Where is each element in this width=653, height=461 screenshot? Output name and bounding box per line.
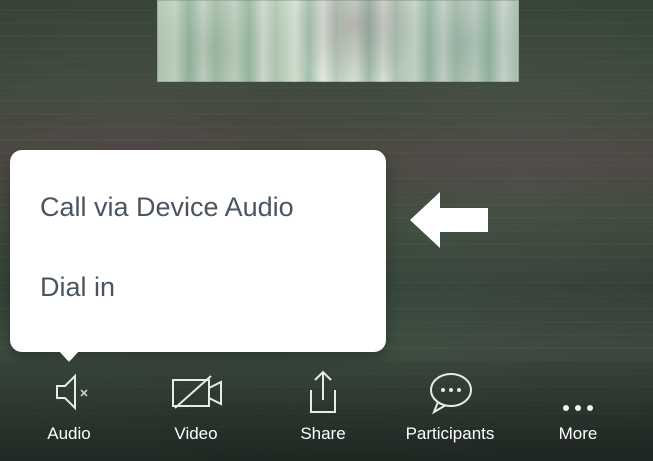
audio-options-menu: Call via Device Audio Dial in <box>10 150 386 362</box>
video-off-icon <box>172 375 222 409</box>
pointer-arrow-icon <box>410 192 488 248</box>
share-icon <box>310 370 336 413</box>
dial-in-option[interactable]: Dial in <box>40 272 115 303</box>
chat-bubble-icon <box>430 373 472 415</box>
audio-button[interactable]: Audio <box>14 368 124 444</box>
share-button[interactable]: Share <box>268 368 378 444</box>
more-dots-icon <box>563 405 593 411</box>
meeting-toolbar: Audio Video Share Participants More <box>0 360 653 461</box>
more-label: More <box>558 424 598 443</box>
share-label: Share <box>300 424 346 443</box>
video-label: Video <box>174 424 218 443</box>
audio-label: Audio <box>47 424 91 443</box>
speaker-icon <box>56 373 88 411</box>
video-button[interactable]: Video <box>141 368 251 444</box>
call-via-device-audio-option[interactable]: Call via Device Audio <box>40 192 294 223</box>
meeting-screen: Call via Device Audio Dial in Audio Vide… <box>0 0 653 461</box>
more-button[interactable]: More <box>523 368 633 444</box>
participants-button[interactable]: Participants <box>395 368 505 444</box>
participants-label: Participants <box>405 424 495 443</box>
participant-video-tile[interactable] <box>157 0 519 82</box>
